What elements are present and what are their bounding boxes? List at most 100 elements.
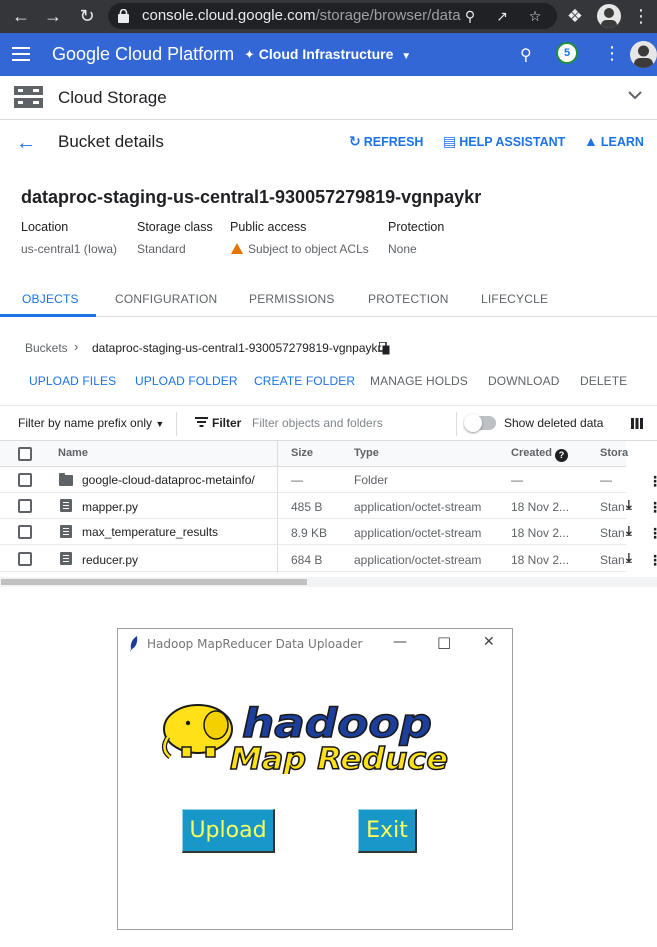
maximize-icon[interactable]: □ [437, 633, 451, 651]
row-more-icon[interactable]: ⋮ [648, 525, 657, 542]
tab-configuration[interactable]: CONFIGURATION [115, 292, 217, 306]
share-icon[interactable]: ↗ [492, 6, 512, 26]
tab-lifecycle[interactable]: LIFECYCLE [481, 292, 548, 306]
copy-icon[interactable] [379, 342, 390, 355]
table-header: Name Size Type Created ? Stora [0, 441, 628, 467]
column-created[interactable]: Created ? [511, 447, 569, 462]
exit-button[interactable]: Exit [358, 809, 417, 853]
dropdown-arrow-icon: ▼ [155, 419, 165, 429]
download-icon[interactable]: ⤓ [626, 497, 632, 513]
help-icon[interactable]: ? [555, 449, 569, 462]
row-checkbox[interactable] [18, 525, 32, 539]
notification-badge[interactable]: 5 [556, 42, 578, 64]
select-all-checkbox[interactable] [18, 447, 32, 461]
chrome-menu-icon[interactable]: ⋮ [630, 5, 652, 27]
filter-button[interactable]: Filter [195, 416, 241, 430]
upload-button[interactable]: Upload [182, 809, 275, 853]
file-icon [60, 499, 72, 512]
download-icon[interactable]: ⤓ [626, 523, 632, 539]
column-name[interactable]: Name [58, 447, 88, 459]
learn-button[interactable]: ▲ LEARN [584, 133, 644, 149]
help-assistant-button[interactable]: ▤ HELP ASSISTANT [443, 133, 565, 150]
row-more-icon[interactable]: ⋮ [648, 473, 657, 490]
column-display-icon[interactable] [631, 418, 643, 429]
minimize-icon[interactable]: — [393, 634, 407, 650]
account-avatar[interactable] [630, 41, 657, 68]
breadcrumb-buckets[interactable]: Buckets [25, 341, 68, 355]
object-storage: Stan [600, 553, 625, 567]
object-created: 18 Nov 2... [511, 526, 570, 540]
column-type[interactable]: Type [354, 447, 379, 459]
horizontal-scrollbar[interactable] [0, 577, 657, 587]
breadcrumb-current: dataproc-staging-us-central1-93005727981… [92, 341, 382, 355]
back-icon[interactable]: ← [10, 5, 32, 27]
chevron-right-icon: › [74, 339, 79, 354]
close-icon[interactable]: ✕ [483, 634, 495, 650]
create-folder-button[interactable]: CREATE FOLDER [254, 374, 355, 388]
refresh-icon: ↻ [349, 133, 361, 149]
delete-button[interactable]: DELETE [580, 374, 627, 388]
location-value: us-central1 (Iowa) [21, 242, 118, 256]
download-icon[interactable]: ⤓ [626, 550, 632, 566]
more-options-icon[interactable]: ⋮ [603, 43, 621, 64]
object-type: Folder [354, 473, 389, 487]
object-name-link[interactable]: google-cloud-dataproc-metainfo/ [82, 473, 255, 487]
reload-icon[interactable]: ↻ [76, 5, 98, 27]
row-more-icon[interactable]: ⋮ [648, 499, 657, 516]
tab-objects[interactable]: OBJECTS [22, 292, 79, 306]
product-title: Cloud Storage [58, 88, 167, 107]
show-deleted-toggle[interactable] [464, 414, 496, 432]
window-titlebar[interactable]: Hadoop MapReducer Data Uploader — □ ✕ [118, 629, 512, 659]
hamburger-menu-icon[interactable] [12, 47, 30, 61]
row-checkbox[interactable] [18, 552, 32, 566]
address-bar[interactable]: console.cloud.google.com/storage/browser… [108, 3, 557, 29]
protection-label: Protection [388, 220, 445, 234]
search-icon[interactable]: ⚲ [520, 45, 532, 65]
object-type: application/octet-stream [354, 500, 482, 514]
refresh-button[interactable]: ↻ REFRESH [349, 133, 423, 150]
scrollbar-thumb[interactable] [1, 579, 307, 585]
tab-permissions[interactable]: PERMISSIONS [249, 292, 335, 306]
chevron-down-icon[interactable] [626, 86, 644, 104]
url-text: console.cloud.google.com/storage/browser… [142, 7, 462, 24]
bookmark-star-icon[interactable]: ☆ [525, 6, 545, 26]
column-size[interactable]: Size [291, 447, 313, 459]
browser-toolbar: ← → ↻ console.cloud.google.com/storage/b… [0, 0, 657, 33]
table-row[interactable]: reducer.py 684 B application/octet-strea… [0, 546, 626, 572]
row-more-icon[interactable]: ⋮ [648, 552, 657, 569]
download-button[interactable]: DOWNLOAD [488, 374, 559, 388]
object-name-link[interactable]: max_temperature_results [82, 525, 218, 539]
project-selector[interactable]: ✦ Cloud Infrastructure ▼ [244, 46, 411, 63]
search-icon[interactable]: ⚲ [460, 6, 480, 26]
back-arrow-icon[interactable]: ← [16, 132, 36, 155]
gcp-header: Google Cloud Platform ✦ Cloud Infrastruc… [0, 33, 657, 76]
extensions-icon[interactable]: ❖ [564, 5, 586, 27]
upload-folder-button[interactable]: UPLOAD FOLDER [135, 374, 238, 388]
forward-icon[interactable]: → [42, 5, 64, 27]
column-storage[interactable]: Stora [600, 447, 628, 459]
manage-holds-button[interactable]: MANAGE HOLDS [370, 374, 468, 388]
folder-icon [59, 473, 73, 486]
table-row[interactable]: max_temperature_results 8.9 KB applicati… [0, 519, 626, 545]
table-row[interactable]: mapper.py 485 B application/octet-stream… [0, 493, 626, 519]
object-created: 18 Nov 2... [511, 553, 570, 567]
tab-protection[interactable]: PROTECTION [368, 292, 449, 306]
brand-title[interactable]: Google Cloud Platform [52, 44, 234, 65]
row-checkbox[interactable] [18, 473, 32, 487]
filter-input[interactable]: Filter objects and folders [252, 416, 383, 430]
upload-files-button[interactable]: UPLOAD FILES [29, 374, 116, 388]
filter-icon [195, 417, 208, 427]
row-checkbox[interactable] [18, 499, 32, 513]
table-row[interactable]: google-cloud-dataproc-metainfo/ — Folder… [0, 467, 626, 493]
public-access-value: Subject to object ACLs [231, 242, 369, 256]
filter-prefix-dropdown[interactable]: Filter by name prefix only ▼ [18, 416, 164, 430]
profile-avatar[interactable] [597, 4, 621, 28]
cloud-storage-icon [14, 86, 43, 108]
object-name-link[interactable]: mapper.py [82, 500, 138, 514]
object-size: — [291, 473, 303, 487]
page-title: Bucket details [58, 132, 164, 151]
object-name-link[interactable]: reducer.py [82, 553, 138, 567]
file-icon [60, 525, 72, 538]
object-size: 684 B [291, 553, 323, 567]
storage-class-label: Storage class [137, 220, 213, 234]
